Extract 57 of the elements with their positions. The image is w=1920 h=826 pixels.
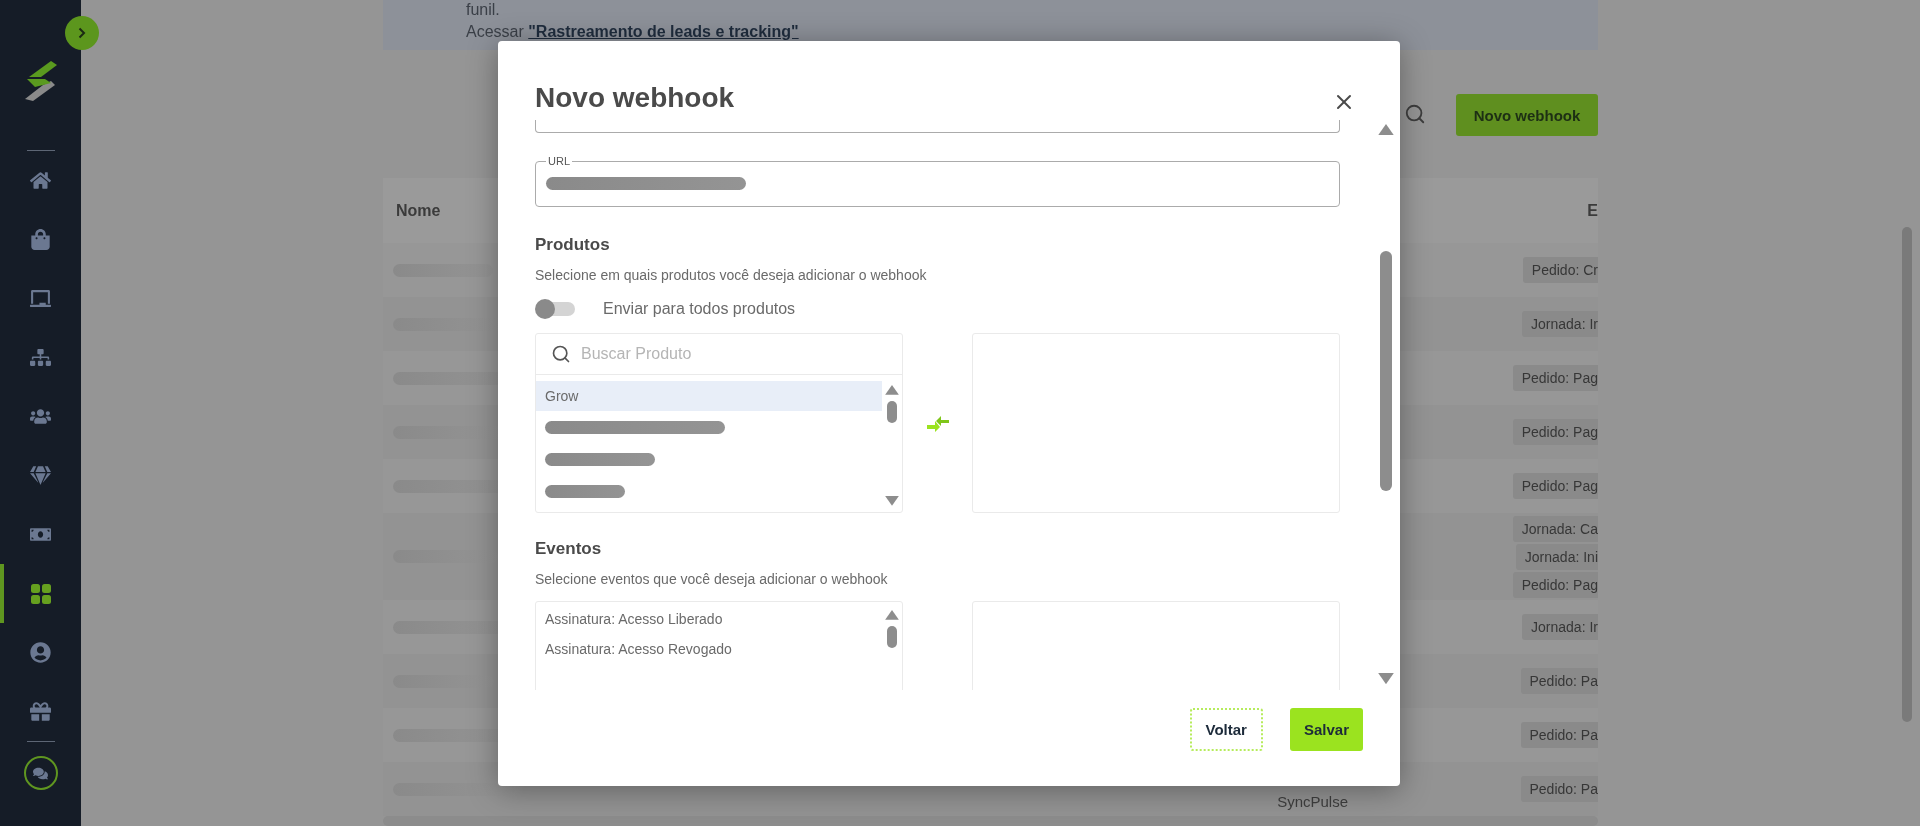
new-webhook-button[interactable]: Novo webhook (1456, 94, 1598, 137)
scroll-up-icon[interactable] (1378, 124, 1394, 136)
gift-icon (30, 701, 51, 722)
search-icon (1404, 103, 1426, 126)
event-tag: Pedido: Pag (1512, 365, 1598, 392)
chevron-right-icon (78, 27, 86, 39)
toggle-label: Enviar para todos produtos (603, 300, 796, 318)
section-heading: Eventos (535, 539, 603, 559)
chat-icon (33, 765, 48, 781)
tracking-link[interactable]: "Rastreamento de leads e tracking" (528, 23, 799, 40)
bag-icon (30, 229, 51, 250)
chat-button[interactable] (23, 756, 58, 790)
event-tag: Pedido: Pa (1520, 668, 1598, 695)
search-button[interactable] (1404, 103, 1426, 126)
event-tag: Pedido: Pag (1512, 473, 1598, 500)
search-icon (551, 344, 571, 364)
scroll-up-icon[interactable] (885, 385, 899, 395)
scroll-down-icon[interactable] (1378, 672, 1394, 684)
home-icon (30, 170, 51, 191)
scroll-up-icon[interactable] (885, 610, 899, 620)
event-tag: Jornada: Ir (1522, 311, 1598, 338)
event-tag: Pedido: Pag (1512, 419, 1598, 446)
user-icon (30, 642, 51, 663)
gem-icon (30, 465, 51, 486)
list-item[interactable]: Grow (536, 381, 882, 411)
back-button[interactable]: Voltar (1189, 708, 1263, 751)
section-description: Selecione em quais produtos você deseja adicionar o webhook (535, 267, 928, 283)
event-tag: Jornada: Ca (1512, 515, 1598, 542)
event-tag: Pedido: Pa (1520, 776, 1598, 803)
event-tag: Pedido: Cr (1522, 257, 1598, 284)
section-heading: Produtos (535, 235, 611, 255)
url-field[interactable]: URL (535, 155, 1340, 207)
toggle-switch[interactable] (535, 299, 577, 319)
presentation-icon (30, 288, 51, 309)
list-item[interactable]: Assinatura: Acesso Liberado (536, 604, 882, 634)
banner-text: Acessar "Rastreamento de leads e tracking" (466, 22, 800, 42)
table-cell: SyncPulse (1277, 793, 1348, 811)
event-tag: Pedido: Pag (1512, 571, 1598, 598)
banner-text: funil. (466, 0, 501, 20)
column-header: E (1587, 201, 1598, 220)
input-field[interactable] (535, 120, 1340, 133)
event-tag: Pedido: Pa (1520, 722, 1598, 749)
save-button[interactable]: Salvar (1289, 708, 1363, 751)
list-item[interactable]: Assinatura: Acesso Revogado (536, 634, 882, 664)
field-label: URL (547, 155, 571, 167)
section-description: Selecione eventos que você deseja adicionar o webhook (535, 571, 889, 587)
scrollbar-thumb[interactable] (887, 625, 897, 648)
network-icon (30, 347, 51, 368)
event-tag: Jornada: Ir (1522, 614, 1598, 641)
dialog-title: Novo webhook (535, 82, 735, 114)
scrollbar-thumb[interactable] (887, 400, 897, 423)
column-header: Nome (396, 201, 441, 220)
grid-icon (30, 583, 51, 604)
expand-sidebar-button[interactable] (65, 16, 99, 50)
event-tag: Jornada: Ini (1515, 543, 1598, 570)
users-icon (30, 406, 51, 427)
scroll-down-icon[interactable] (885, 496, 899, 506)
